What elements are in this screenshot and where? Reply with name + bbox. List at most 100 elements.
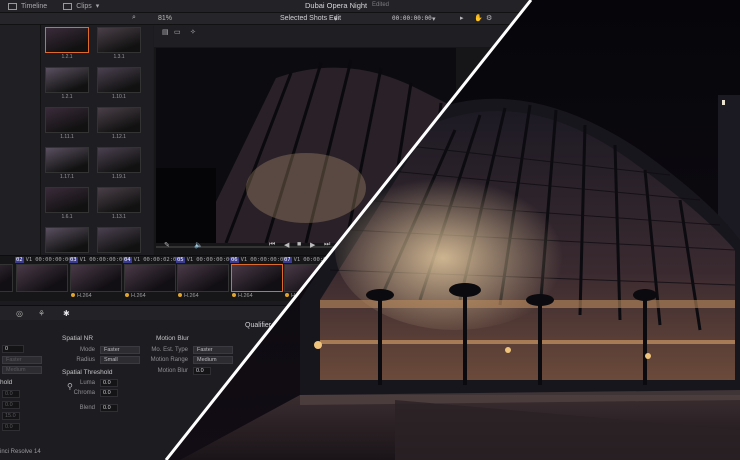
media-thumbnail[interactable] bbox=[97, 227, 141, 253]
clip-marker-icon bbox=[71, 293, 75, 297]
temporal-value-3[interactable]: 15.0 bbox=[2, 412, 20, 420]
audio-icon[interactable]: 🔈 bbox=[194, 241, 203, 249]
node-icon[interactable]: ⚘ bbox=[38, 309, 45, 318]
clip-number: 03 bbox=[69, 257, 78, 263]
clip-codec: H.264 bbox=[71, 293, 92, 299]
motion-range-select[interactable]: Medium bbox=[193, 356, 233, 364]
temporal-range[interactable]: Medium bbox=[2, 366, 42, 374]
media-thumbnail[interactable] bbox=[97, 107, 141, 133]
spatial-radius-select[interactable]: Small bbox=[100, 356, 140, 364]
media-thumbnail-label: 1.19.1 bbox=[112, 174, 126, 180]
luma-value[interactable]: 0.0 bbox=[100, 379, 118, 387]
temporal-value-2[interactable]: 0.0 bbox=[2, 401, 20, 409]
clip-header: 05 V1 00:00:00:00 bbox=[176, 257, 233, 263]
clip-header: 03 V1 00:00:00:00 bbox=[69, 257, 126, 263]
stop-icon[interactable]: ■ bbox=[297, 241, 301, 248]
media-thumbnail-label: 1.2.1 bbox=[61, 94, 73, 100]
motion-blur-label: Motion Blur bbox=[157, 368, 188, 374]
clip-number: 06 bbox=[230, 257, 239, 263]
skip-forward-icon[interactable]: ⏭ bbox=[324, 241, 330, 249]
skip-back-icon[interactable]: ⏮ bbox=[269, 241, 275, 249]
media-thumbnail-label: 1.12.1 bbox=[112, 134, 126, 140]
pointer-icon[interactable]: ▸ bbox=[460, 14, 464, 22]
media-thumbnail-label: 1.13.1 bbox=[112, 214, 126, 220]
media-thumbnail[interactable] bbox=[97, 147, 141, 173]
motion-range-label: Motion Range bbox=[150, 357, 188, 363]
media-thumbnail[interactable] bbox=[45, 107, 89, 133]
project-status: Edited bbox=[372, 2, 390, 8]
media-thumbnail-label: 1.6.1 bbox=[61, 214, 73, 220]
media-thumbnail-label: 1.17.1 bbox=[60, 174, 74, 180]
effects-icon[interactable]: ✧ bbox=[190, 28, 196, 36]
media-thumbnail[interactable] bbox=[45, 147, 89, 173]
search-icon[interactable]: ⌕ bbox=[132, 14, 136, 22]
clip-filter-select[interactable]: Selected Shots Edit bbox=[280, 15, 341, 22]
play-icon[interactable]: ▶ bbox=[310, 241, 315, 249]
motion-est-select[interactable]: Faster bbox=[193, 346, 233, 354]
clip-thumbnail[interactable] bbox=[0, 264, 13, 292]
clip-timecode: 00:00:00:00 bbox=[250, 257, 287, 263]
clip-marker-icon bbox=[232, 293, 236, 297]
clip-marker-icon bbox=[125, 293, 129, 297]
spatial-threshold-title: Spatial Threshold bbox=[62, 369, 113, 376]
clip-track: V1 bbox=[133, 257, 141, 263]
play-reverse-icon[interactable]: ◀ bbox=[284, 241, 289, 249]
pen-icon[interactable]: ✎ bbox=[164, 241, 170, 249]
spatial-nr-title: Spatial NR bbox=[62, 335, 94, 342]
media-pool: 1.2.1 1.3.1 1.2.1 1.10.1 1.11.1 1.12.1 1.17.1 1… bbox=[41, 25, 153, 255]
tab-qualifier[interactable]: Qualifier bbox=[245, 322, 271, 329]
media-thumbnail-label: 1.10.1 bbox=[112, 94, 126, 100]
clip-number: 05 bbox=[176, 257, 185, 263]
temporal-value-1[interactable]: 0.0 bbox=[2, 390, 20, 398]
viewer-timecode: 00:00:00:00 bbox=[392, 15, 432, 22]
blend-label: Blend bbox=[79, 405, 95, 411]
blend-value[interactable]: 0.0 bbox=[100, 404, 118, 412]
tab-clips[interactable]: Clips ▾ bbox=[55, 2, 107, 10]
tab-timeline-label: Timeline bbox=[21, 2, 48, 10]
clip-thumbnail[interactable] bbox=[177, 264, 229, 292]
spatial-radius-label: Radius bbox=[76, 357, 95, 363]
grid-icon[interactable]: ▤ bbox=[162, 28, 169, 36]
clip-timecode: 00:00:00:00 bbox=[89, 257, 126, 263]
temporal-value-4[interactable]: 0.0 bbox=[2, 423, 20, 431]
clip-thumbnail[interactable] bbox=[70, 264, 122, 292]
clip-marker-icon bbox=[285, 293, 289, 297]
temporal-mode[interactable]: Faster bbox=[2, 356, 42, 364]
clip-thumbnail[interactable] bbox=[124, 264, 176, 292]
clip-thumbnail[interactable] bbox=[16, 264, 68, 292]
tab-timeline[interactable]: Timeline bbox=[0, 2, 55, 10]
media-thumbnail[interactable] bbox=[45, 27, 89, 53]
temporal-frames[interactable]: 0 bbox=[2, 345, 24, 353]
media-thumbnail[interactable] bbox=[97, 67, 141, 93]
wipe-icon[interactable]: ▭ bbox=[174, 28, 181, 36]
clip-header: 04 V1 00:00:02:00 bbox=[123, 257, 180, 263]
media-thumbnail[interactable] bbox=[45, 67, 89, 93]
clip-thumbnail[interactable] bbox=[231, 264, 283, 292]
motion-blur-title: Motion Blur bbox=[156, 335, 189, 342]
settings-icon[interactable]: ⚙ bbox=[486, 14, 492, 22]
chevron-down-icon: ▾ bbox=[95, 3, 100, 10]
clip-number: 04 bbox=[123, 257, 132, 263]
motion-effects-icon[interactable]: ✱ bbox=[63, 309, 70, 318]
media-thumbnail[interactable] bbox=[97, 187, 141, 213]
timeline-icon bbox=[8, 2, 17, 10]
clip-header: 02 V1 00:00:00:00 bbox=[15, 257, 72, 263]
viewer-tools: ▤ ▭ ✧ bbox=[154, 25, 530, 47]
left-panel bbox=[0, 25, 41, 255]
media-thumbnail-label: 1.11.1 bbox=[60, 134, 74, 140]
zoom-select[interactable]: 81% bbox=[158, 15, 172, 22]
hand-icon[interactable]: ✋ bbox=[474, 14, 483, 22]
spatial-mode-select[interactable]: Faster bbox=[100, 346, 140, 354]
media-thumbnail[interactable] bbox=[45, 227, 89, 253]
clip-track: V1 bbox=[79, 257, 87, 263]
transport-controls: ✎ 🔈 ⏮ ◀ ■ ▶ ⏭ bbox=[154, 240, 354, 252]
media-thumbnail[interactable] bbox=[97, 27, 141, 53]
target-icon[interactable]: ◎ bbox=[16, 309, 23, 318]
chroma-value[interactable]: 0.0 bbox=[100, 389, 118, 397]
motion-blur-value[interactable]: 0.0 bbox=[193, 367, 211, 375]
clip-number: 07 bbox=[283, 257, 292, 263]
clips-icon bbox=[63, 2, 73, 10]
chevron-down-icon: ▾ bbox=[334, 16, 338, 23]
media-thumbnail[interactable] bbox=[45, 187, 89, 213]
clip-codec-label: H.264 bbox=[131, 293, 146, 299]
